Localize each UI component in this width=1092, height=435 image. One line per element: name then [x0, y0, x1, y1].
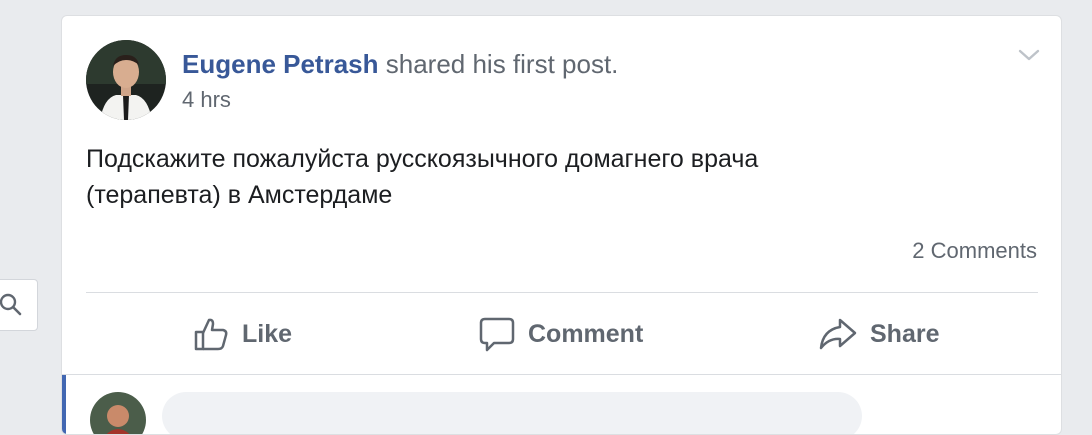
author-name-link[interactable]: Eugene Petrash: [182, 49, 379, 79]
speech-bubble-icon: [479, 317, 515, 352]
share-button[interactable]: Share: [818, 310, 939, 358]
post-body-line-1: Подскажите пожалуйста русскоязычного дом…: [86, 145, 759, 173]
post-action-text: shared his first post.: [385, 49, 619, 79]
search-icon: [0, 293, 22, 316]
comment-input[interactable]: [162, 392, 862, 434]
post-timestamp[interactable]: 4 hrs: [182, 87, 231, 113]
post-body-line-2: (терапевта) в Амстердаме: [86, 181, 393, 209]
thumbs-up-icon: [194, 318, 228, 351]
like-label: Like: [242, 319, 293, 348]
comment-button[interactable]: Comment: [478, 310, 643, 358]
post-header: Eugene Petrash shared his first post.: [182, 48, 618, 80]
comment-label: Comment: [528, 319, 644, 348]
comments-count-link[interactable]: 2 Comments: [912, 238, 1037, 264]
author-avatar[interactable]: [86, 40, 166, 120]
chevron-down-icon[interactable]: [1017, 47, 1041, 63]
post-card: Eugene Petrash shared his first post. 4 …: [61, 15, 1062, 435]
current-user-avatar[interactable]: [90, 392, 146, 434]
like-button[interactable]: Like: [192, 310, 292, 358]
actions-divider: [86, 292, 1038, 293]
share-label: Share: [870, 319, 940, 348]
share-arrow-icon: [819, 318, 857, 350]
side-search-button[interactable]: [0, 279, 38, 331]
comments-section-divider: [62, 374, 1061, 375]
comment-accent-bar: [62, 375, 66, 434]
post-body: Подскажите пожалуйста русскоязычного дом…: [86, 141, 1026, 213]
